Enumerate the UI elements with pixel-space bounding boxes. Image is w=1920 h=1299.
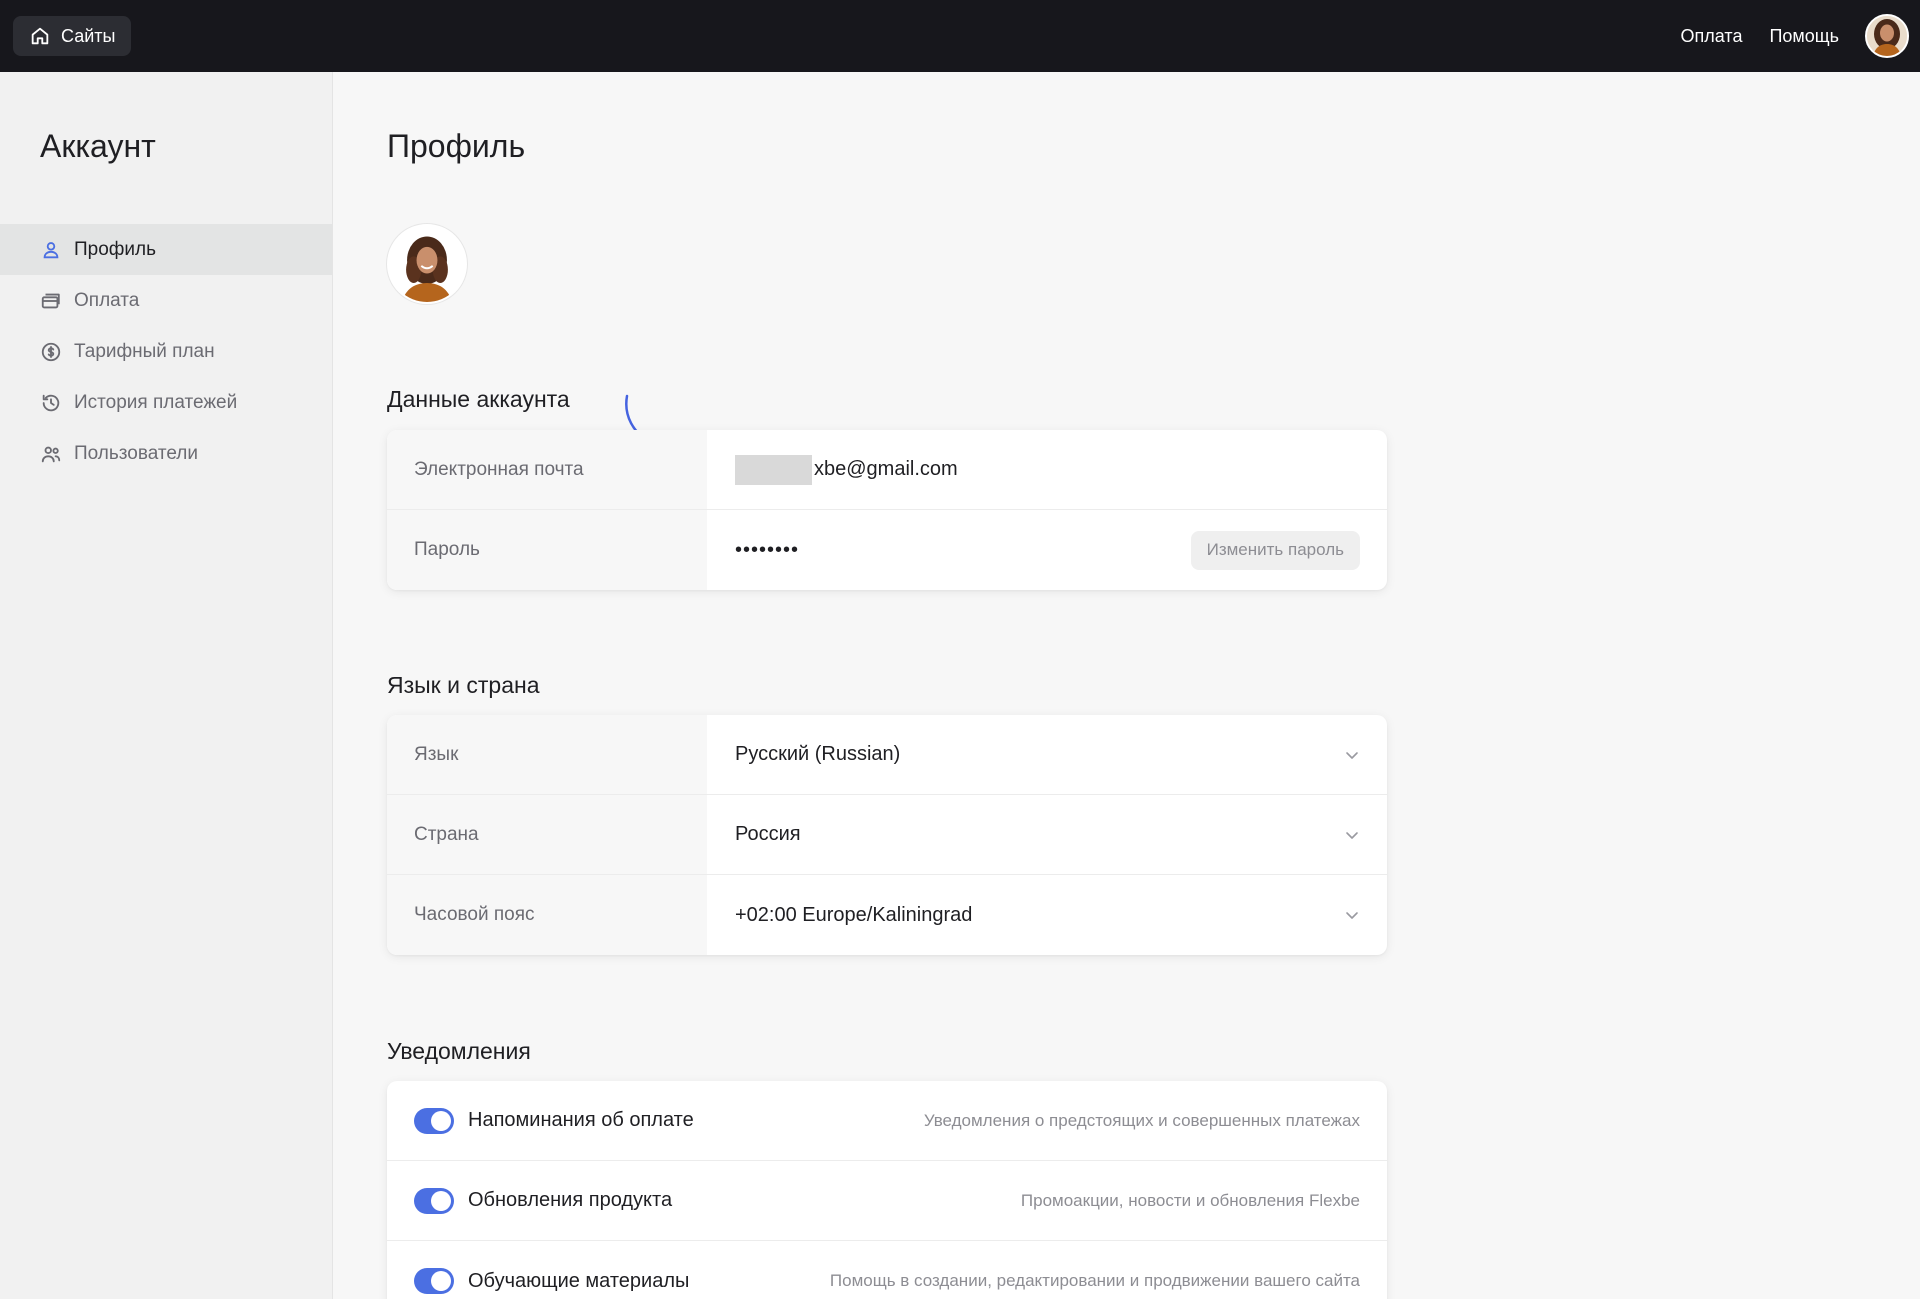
section-title-account: Данные аккаунта [387, 386, 570, 412]
sites-button-label: Сайты [61, 25, 116, 46]
notification-desc: Помощь в создании, редактировании и прод… [829, 1271, 1360, 1290]
history-icon [42, 394, 60, 411]
notification-row-education: Обучающие материалы Помощь в создании, р… [387, 1241, 1387, 1299]
password-label: Пароль [387, 510, 707, 590]
home-icon [31, 27, 49, 45]
country-select[interactable]: Россия [707, 795, 1387, 874]
profile-avatar[interactable] [387, 224, 467, 304]
notification-title: Обновления продукта [468, 1189, 673, 1211]
page-title: Профиль [387, 128, 526, 164]
user-icon [43, 241, 59, 258]
payment-reminders-toggle[interactable] [414, 1107, 454, 1134]
email-row: Электронная почта xbe@gmail.com [387, 430, 1387, 510]
sidebar-item-history[interactable]: История платежей [0, 377, 332, 428]
language-row: Язык Русский (Russian) [387, 715, 1387, 795]
users-icon [41, 446, 61, 462]
password-row: Пароль •••••••• Изменить пароль [387, 510, 1387, 590]
sidebar-title: Аккаунт [40, 128, 156, 164]
dollar-circle-icon [41, 342, 61, 361]
sidebar-item-payment[interactable]: Оплата [0, 275, 332, 326]
sidebar-item-label: Тарифный план [74, 340, 215, 362]
sidebar-item-plan[interactable]: Тарифный план [0, 326, 332, 377]
locale-card: Язык Русский (Russian) Страна Россия Час… [387, 715, 1387, 955]
notification-row-updates: Обновления продукта Промоакции, новости … [387, 1161, 1387, 1241]
country-value: Россия [735, 823, 801, 845]
notifications-card: Напоминания об оплате Уведомления о пред… [387, 1081, 1387, 1299]
timezone-row: Часовой пояс +02:00 Europe/Kaliningrad [387, 875, 1387, 955]
sidebar-item-label: Профиль [74, 238, 157, 260]
email-value: xbe@gmail.com [814, 458, 958, 480]
email-redaction [735, 454, 812, 485]
password-value: •••••••• [735, 538, 800, 561]
section-title-notifications: Уведомления [387, 1038, 531, 1064]
sites-button[interactable]: Сайты [13, 16, 132, 56]
sidebar-item-label: Оплата [74, 289, 140, 311]
sidebar-item-label: История платежей [74, 391, 238, 413]
education-materials-toggle[interactable] [414, 1268, 454, 1294]
top-bar: Сайты Оплата Помощь [0, 0, 1920, 72]
notification-desc: Промоакции, новости и обновления Flexbe [1020, 1190, 1360, 1210]
timezone-label: Часовой пояс [387, 875, 707, 955]
chevron-down-icon [1346, 831, 1358, 839]
change-password-button[interactable]: Изменить пароль [1190, 530, 1360, 570]
notification-title: Обучающие материалы [468, 1269, 690, 1292]
country-label: Страна [387, 795, 707, 874]
notification-row-payments: Напоминания об оплате Уведомления о пред… [387, 1081, 1387, 1161]
email-label: Электронная почта [387, 430, 707, 509]
chevron-down-icon [1346, 751, 1358, 759]
account-card: Электронная почта xbe@gmail.com Пароль •… [387, 430, 1387, 590]
product-updates-toggle[interactable] [414, 1187, 454, 1214]
notification-title: Напоминания об оплате [468, 1109, 694, 1131]
avatar-portrait-icon [389, 226, 465, 302]
country-row: Страна Россия [387, 795, 1387, 875]
top-link-help[interactable]: Помощь [1769, 26, 1839, 47]
top-link-payment[interactable]: Оплата [1681, 26, 1743, 47]
card-icon [41, 293, 60, 308]
sidebar-item-users[interactable]: Пользователи [0, 428, 332, 479]
avatar-portrait-icon [1867, 16, 1907, 56]
notification-desc: Уведомления о предстоящих и совершенных … [923, 1110, 1360, 1130]
section-title-locale: Язык и страна [387, 672, 540, 698]
sidebar-item-profile[interactable]: Профиль [0, 224, 332, 275]
timezone-select[interactable]: +02:00 Europe/Kaliningrad [707, 875, 1387, 955]
sidebar-item-label: Пользователи [74, 442, 199, 464]
timezone-value: +02:00 Europe/Kaliningrad [735, 903, 973, 926]
chevron-down-icon [1346, 912, 1358, 919]
language-label: Язык [387, 715, 707, 794]
sidebar-nav: Профиль Оплата Тарифный план История пла… [0, 224, 332, 479]
sidebar: Аккаунт Профиль Оплата Тарифный план Ист… [0, 72, 333, 1299]
user-avatar[interactable] [1865, 14, 1909, 58]
language-value: Русский (Russian) [735, 743, 901, 765]
language-select[interactable]: Русский (Russian) [707, 715, 1387, 794]
